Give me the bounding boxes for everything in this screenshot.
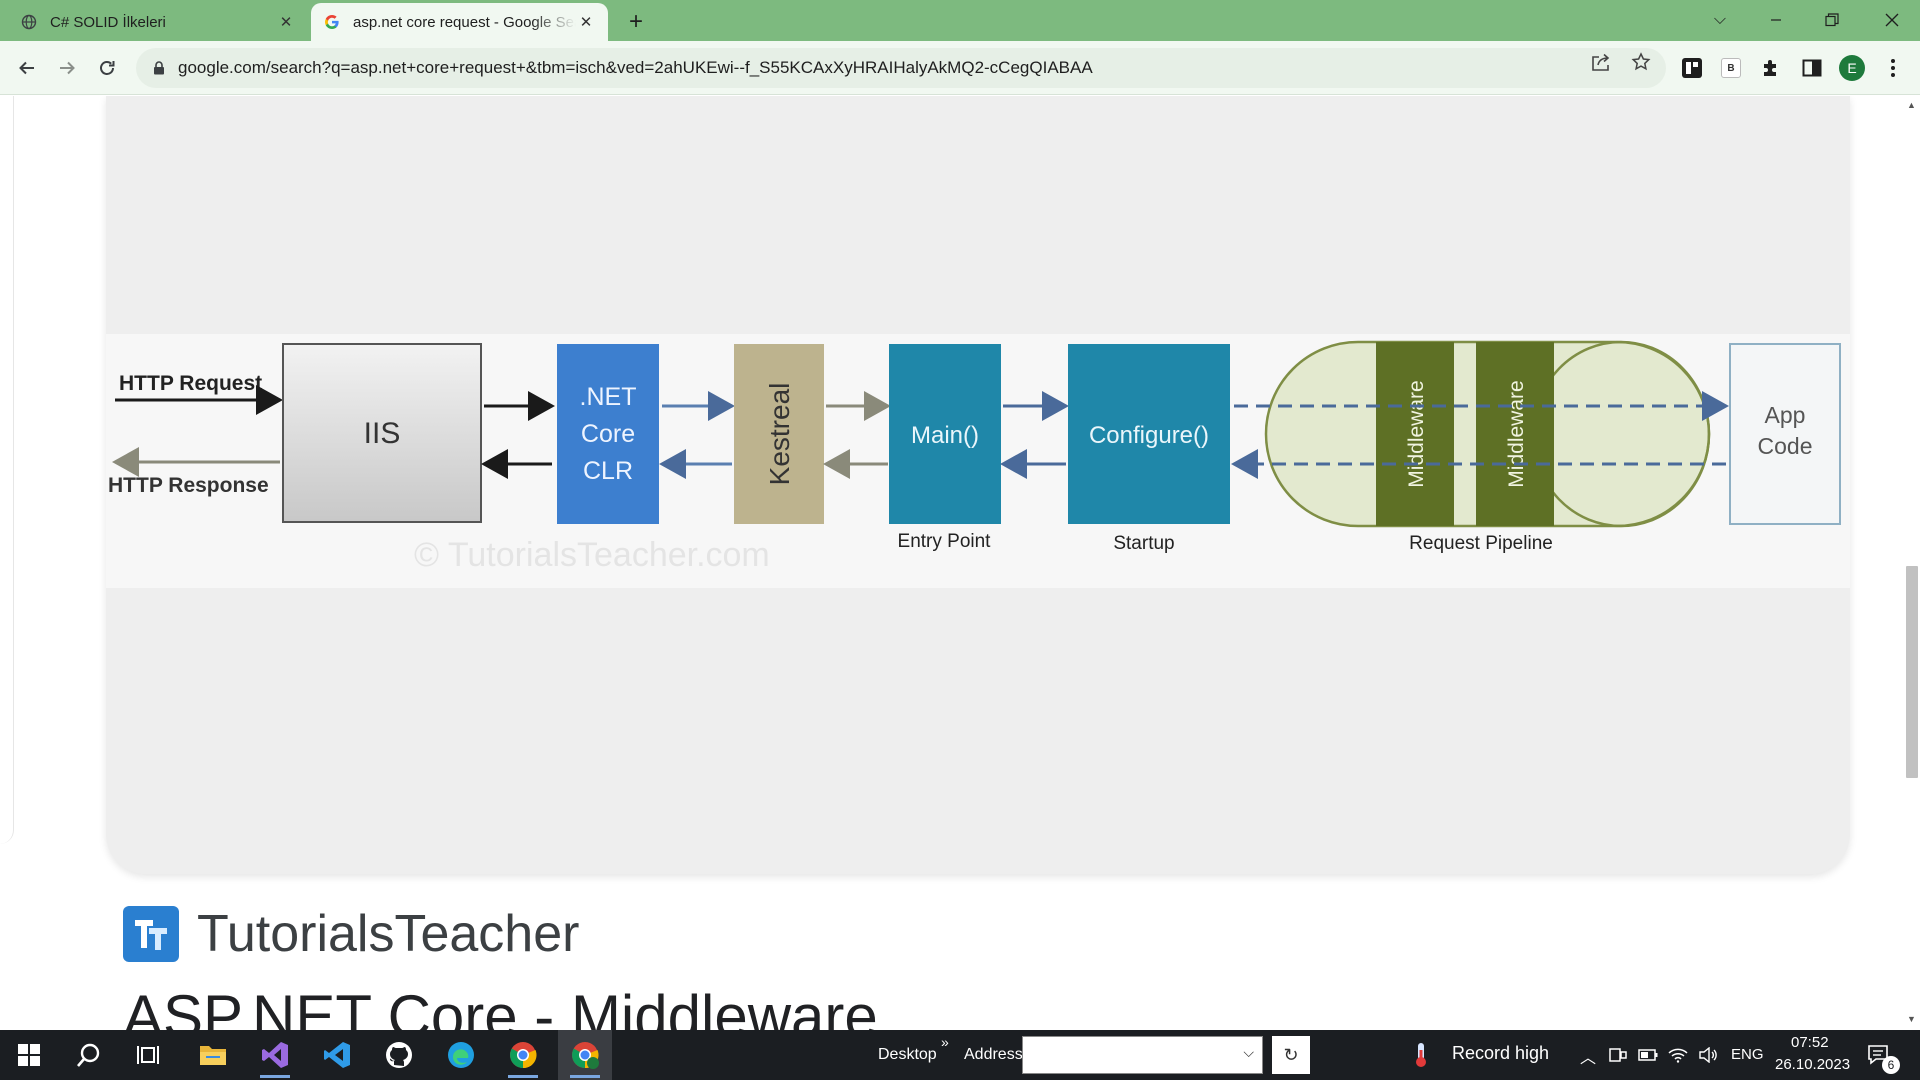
- volume-icon[interactable]: [1694, 1030, 1722, 1080]
- github-icon[interactable]: [372, 1030, 426, 1080]
- google-icon: [323, 13, 341, 31]
- main-label: Main(): [911, 422, 979, 449]
- weather-text[interactable]: Record high: [1452, 1043, 1549, 1064]
- desktop-toolbar-label[interactable]: Desktop: [878, 1046, 937, 1064]
- close-window-button[interactable]: [1864, 0, 1920, 40]
- minimize-button[interactable]: [1748, 0, 1804, 40]
- pipeline-diagram[interactable]: © TutorialsTeacher.com HTTP Request HTTP…: [106, 334, 1850, 588]
- scroll-up-icon[interactable]: ▲: [1907, 100, 1916, 110]
- extension-b-icon[interactable]: B: [1718, 55, 1744, 81]
- middleware-2-label: Middleware: [1505, 380, 1528, 487]
- page-content: © TutorialsTeacher.com HTTP Request HTTP…: [0, 96, 1920, 1030]
- globe-icon: [20, 13, 38, 31]
- notification-count-badge: 6: [1882, 1056, 1900, 1074]
- watermark-text: © TutorialsTeacher.com: [414, 536, 770, 574]
- diagram-svg: © TutorialsTeacher.com HTTP Request HTTP…: [108, 340, 1841, 574]
- battery-icon[interactable]: [1634, 1030, 1662, 1080]
- windows-start-icon[interactable]: [2, 1030, 56, 1080]
- clock-date[interactable]: 26.10.2023: [1775, 1056, 1850, 1073]
- http-response-label: HTTP Response: [108, 474, 269, 497]
- puzzle-icon[interactable]: [1758, 55, 1784, 81]
- taskbar-address-input[interactable]: ⌵: [1022, 1036, 1263, 1074]
- extension-b-badge: B: [1721, 58, 1741, 78]
- tab-title: C# SOLID İlkeleri: [50, 13, 166, 31]
- app-code-line-1: App: [1765, 402, 1806, 428]
- file-explorer-icon[interactable]: [186, 1030, 240, 1080]
- browser-toolbar: google.com/search?q=asp.net+core+request…: [0, 41, 1920, 95]
- scroll-down-icon[interactable]: ▼: [1907, 1014, 1916, 1024]
- menu-kebab-icon[interactable]: [1880, 55, 1906, 81]
- startup-label: Startup: [1113, 533, 1174, 554]
- vscode-icon[interactable]: [310, 1030, 364, 1080]
- profile-avatar[interactable]: E: [1839, 55, 1865, 81]
- address-bar[interactable]: google.com/search?q=asp.net+core+request…: [136, 48, 1666, 88]
- iis-label: IIS: [364, 417, 401, 450]
- entry-point-label: Entry Point: [898, 531, 992, 552]
- http-request-label: HTTP Request: [119, 372, 262, 395]
- page-heading-link[interactable]: ASP.NET Core - Middleware: [123, 982, 878, 1030]
- close-tab-icon[interactable]: ✕: [276, 12, 296, 32]
- middleware-1-label: Middleware: [1405, 380, 1428, 487]
- request-pipeline-label: Request Pipeline: [1409, 533, 1553, 554]
- tutorialsteacher-logo-icon: [123, 906, 179, 962]
- show-hidden-icons-chevron-icon[interactable]: ︿: [1580, 1044, 1596, 1068]
- image-preview-card[interactable]: © TutorialsTeacher.com HTTP Request HTTP…: [106, 96, 1850, 874]
- windows-taskbar: Desktop » Address ⌵ ↻ Record high ︿ ENG …: [0, 1030, 1920, 1080]
- visual-studio-icon[interactable]: [248, 1030, 302, 1080]
- toolbar-overflow-chevron[interactable]: »: [941, 1034, 949, 1050]
- chrome-icon[interactable]: [496, 1030, 550, 1080]
- close-tab-icon[interactable]: ✕: [576, 12, 596, 32]
- restore-button[interactable]: [1804, 0, 1860, 40]
- app-code-line-2: Code: [1758, 433, 1813, 459]
- chrome-profile-icon[interactable]: [558, 1030, 612, 1080]
- clr-line-1: .NET: [580, 383, 637, 411]
- tab-strip: C# SOLID İlkeleri ✕ asp.net core request…: [0, 0, 1920, 41]
- profile-initial: E: [1839, 55, 1865, 81]
- kestrel-label: Kestreal: [764, 383, 795, 486]
- clock-time[interactable]: 07:52: [1791, 1034, 1829, 1051]
- device-icon[interactable]: [1604, 1030, 1632, 1080]
- side-panel-icon[interactable]: [1799, 55, 1825, 81]
- forward-button[interactable]: [50, 51, 84, 85]
- notification-center-icon[interactable]: 6: [1854, 1030, 1904, 1080]
- address-toolbar-label: Address: [964, 1046, 1023, 1063]
- language-indicator[interactable]: ENG: [1731, 1046, 1764, 1063]
- task-view-icon[interactable]: [122, 1030, 176, 1080]
- address-dropdown-icon[interactable]: ⌵: [1243, 1044, 1254, 1061]
- edge-icon[interactable]: [434, 1030, 488, 1080]
- tab-google-search[interactable]: asp.net core request - Google Search ✕: [311, 3, 608, 41]
- scroll-thumb[interactable]: [1906, 566, 1918, 778]
- clr-line-3: CLR: [583, 457, 633, 485]
- site-name: TutorialsTeacher: [197, 905, 580, 963]
- tab-search-chevron-icon[interactable]: ⌵: [1692, 0, 1748, 40]
- lock-icon[interactable]: [150, 61, 168, 75]
- page-scrollbar[interactable]: ▲ ▼: [1903, 96, 1920, 1030]
- thermometer-icon: [1404, 1030, 1438, 1080]
- address-go-button[interactable]: ↻: [1272, 1036, 1310, 1074]
- configure-label: Configure(): [1089, 422, 1209, 449]
- url-text: google.com/search?q=asp.net+core+request…: [178, 58, 1093, 77]
- extension-icon[interactable]: [1679, 55, 1705, 81]
- wifi-icon[interactable]: [1664, 1030, 1692, 1080]
- new-tab-button[interactable]: +: [622, 8, 650, 36]
- back-button[interactable]: [10, 51, 44, 85]
- source-site[interactable]: TutorialsTeacher: [123, 905, 580, 963]
- share-icon[interactable]: [1590, 51, 1612, 73]
- tab-csharp-solid[interactable]: C# SOLID İlkeleri ✕: [8, 3, 308, 41]
- left-panel-edge: [0, 96, 14, 844]
- tab-title: asp.net core request - Google Search: [353, 13, 576, 31]
- bookmark-star-icon[interactable]: [1630, 51, 1652, 73]
- clr-line-2: Core: [581, 420, 635, 448]
- search-icon[interactable]: [62, 1030, 116, 1080]
- reload-button[interactable]: [90, 51, 124, 85]
